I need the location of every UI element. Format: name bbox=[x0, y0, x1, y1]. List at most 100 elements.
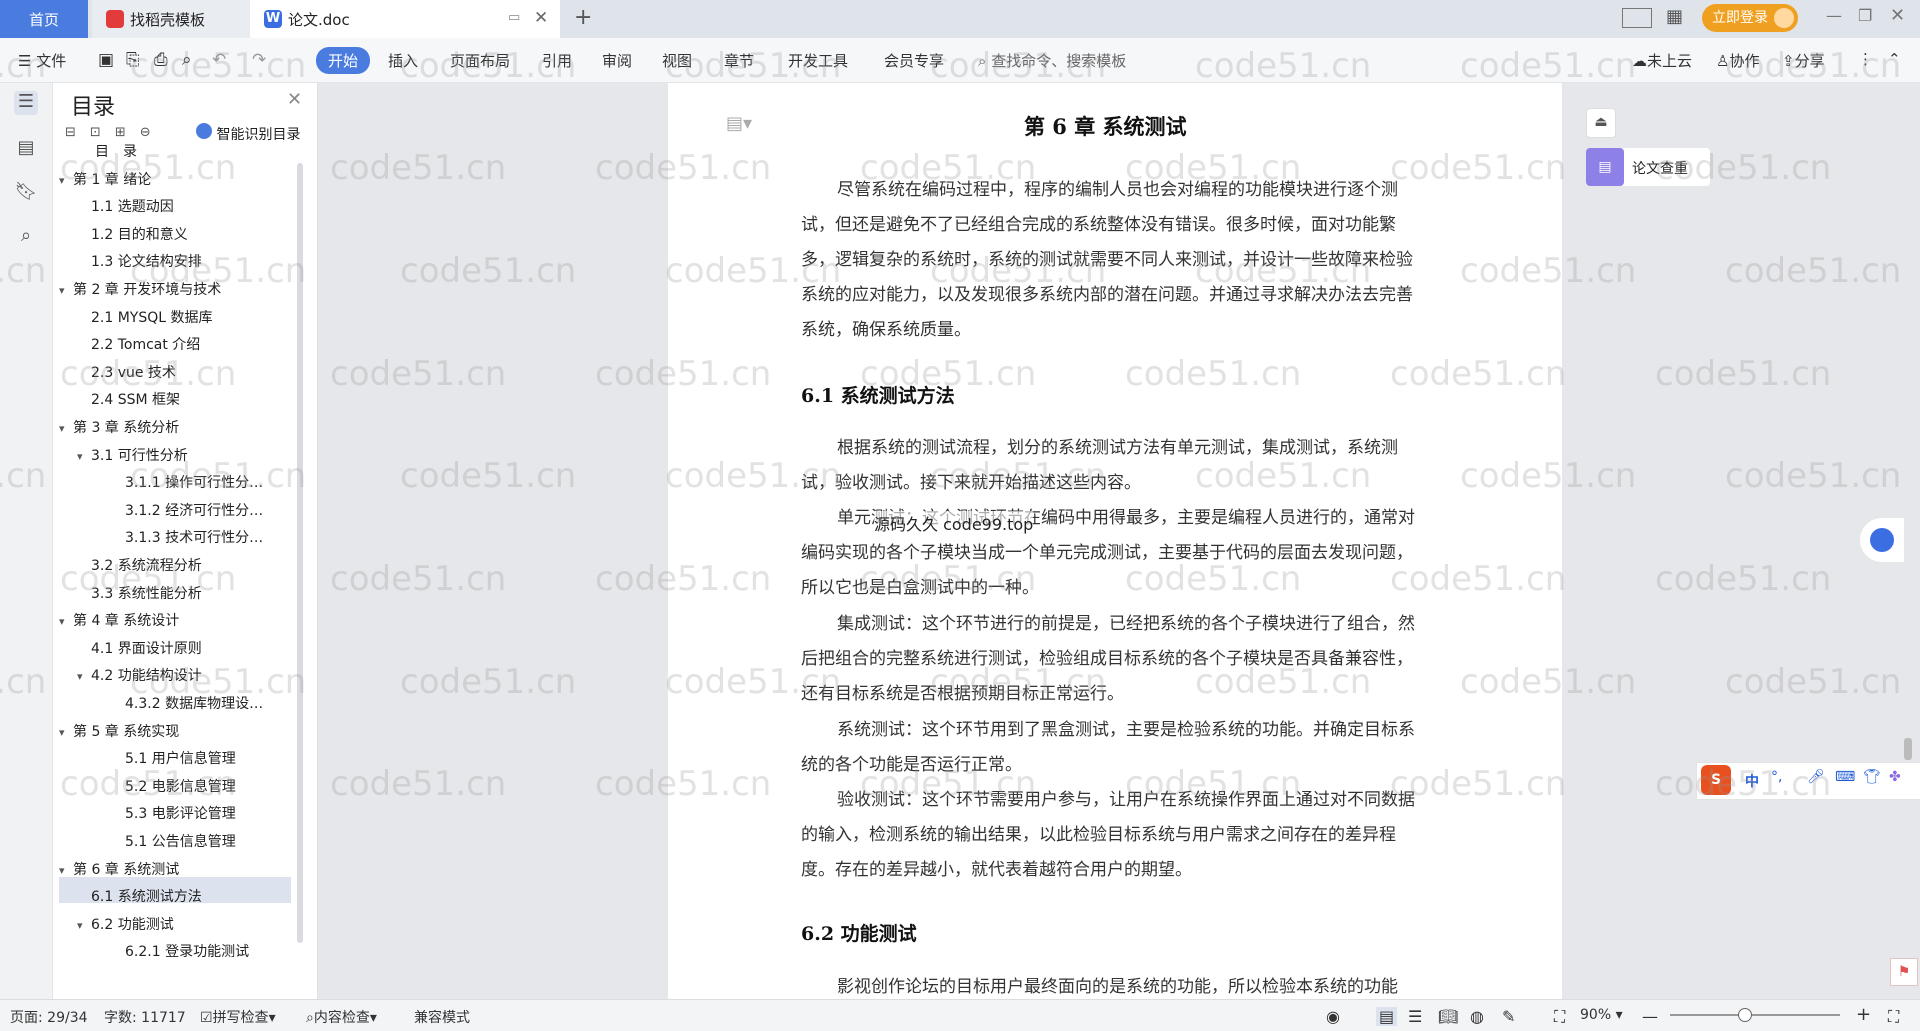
redo-icon[interactable]: ↷ bbox=[252, 50, 266, 70]
word-count[interactable]: 字数: 11717 bbox=[104, 1007, 186, 1027]
export-pdf-icon[interactable]: ⎘ bbox=[126, 50, 140, 70]
content-check[interactable]: ⌕内容检查▾ bbox=[306, 1007, 377, 1027]
outline-icon[interactable]: ☰ bbox=[14, 91, 38, 115]
zoom-slider-handle[interactable] bbox=[1738, 1008, 1752, 1022]
panel-toggle-icon[interactable]: ⏏ bbox=[1586, 108, 1616, 138]
outline-item[interactable]: 5.2 电影信息管理 bbox=[95, 774, 236, 800]
monitor-icon[interactable]: ▭ bbox=[508, 10, 520, 25]
outline-item[interactable]: ▾ 第 1 章 绪论 bbox=[59, 167, 151, 193]
outline-item[interactable]: 3.2 系统流程分析 bbox=[77, 553, 202, 579]
bookmark-icon[interactable]: 🔖︎ bbox=[14, 181, 38, 205]
document-page[interactable]: ▤▾ 第 6 章 系统测试 尽管系统在编码过程中，程序的编制人员也会对编程的功能… bbox=[668, 83, 1562, 999]
new-tab-icon[interactable]: + bbox=[574, 5, 592, 30]
restore-icon[interactable]: ❐ bbox=[1858, 6, 1872, 25]
layout-icon[interactable] bbox=[1622, 8, 1652, 28]
outline-item[interactable]: 5.1 公告信息管理 bbox=[95, 829, 236, 855]
read-view-icon[interactable]: 📖︎ bbox=[1438, 1007, 1458, 1026]
chevron-down-icon[interactable]: ▾ bbox=[59, 168, 73, 194]
outline-item[interactable]: 4.1 界面设计原则 bbox=[77, 636, 202, 662]
keyboard-icon[interactable]: ⌨ bbox=[1835, 769, 1855, 785]
menu-insert[interactable]: 插入 bbox=[388, 50, 418, 71]
outline-item[interactable]: 5.3 电影评论管理 bbox=[95, 801, 236, 827]
expand-level-icon[interactable]: ⊡ bbox=[90, 125, 115, 140]
menu-review[interactable]: 审阅 bbox=[602, 50, 632, 71]
tab-template[interactable]: 找稻壳模板 bbox=[92, 0, 250, 38]
outline-close-icon[interactable]: ✕ bbox=[287, 89, 302, 110]
undo-icon[interactable]: ↶ bbox=[212, 50, 226, 70]
zoom-in-icon[interactable]: + bbox=[1856, 1004, 1871, 1025]
write-view-icon[interactable]: ✎ bbox=[1502, 1007, 1515, 1026]
outline-item[interactable]: 1.3 论文结构安排 bbox=[77, 249, 202, 275]
menu-layout[interactable]: 页面布局 bbox=[450, 50, 510, 71]
outline-item[interactable]: 5.1 用户信息管理 bbox=[95, 746, 236, 772]
outline-scrollbar[interactable] bbox=[297, 163, 303, 943]
outline-item[interactable]: 2.1 MYSQL 数据库 bbox=[77, 305, 213, 331]
outline-item[interactable]: 3.1.2 经济可行性分… bbox=[95, 498, 263, 524]
page-scroll-thumb[interactable] bbox=[1904, 738, 1912, 760]
ime-punctuation[interactable]: °, bbox=[1771, 769, 1782, 785]
outline-item[interactable]: ▾ 第 5 章 系统实现 bbox=[59, 719, 179, 745]
doc-options-icon[interactable]: ▤▾ bbox=[726, 113, 752, 134]
menu-home[interactable]: 开始 bbox=[316, 47, 371, 74]
outline-item[interactable]: ▾ 4.2 功能结构设计 bbox=[77, 663, 202, 689]
outline-item[interactable]: 目 录 bbox=[59, 139, 137, 165]
outline-item[interactable]: 4.3.2 数据库物理设… bbox=[95, 691, 263, 717]
outline-item[interactable]: ▾ 6.2 功能测试 bbox=[77, 912, 174, 938]
tab-document[interactable]: W 论文.doc ▭ ✕ bbox=[250, 0, 560, 38]
outline-item[interactable]: ▾ 第 3 章 系统分析 bbox=[59, 415, 179, 441]
find-icon[interactable]: ⌕ bbox=[14, 225, 38, 249]
collab-button[interactable]: ♙协作 bbox=[1716, 50, 1759, 71]
login-button[interactable]: 立即登录 bbox=[1702, 4, 1798, 32]
feedback-icon[interactable]: ⚑ bbox=[1890, 958, 1918, 986]
ime-language[interactable]: 中 bbox=[1745, 771, 1759, 791]
outline-item[interactable]: ▾ 3.1 可行性分析 bbox=[77, 443, 188, 469]
chevron-down-icon[interactable]: ▾ bbox=[77, 444, 91, 470]
print-icon[interactable]: ⎙ bbox=[154, 50, 168, 70]
web-view-icon[interactable]: ◍ bbox=[1470, 1007, 1484, 1026]
zoom-slider[interactable] bbox=[1670, 1014, 1840, 1016]
zoom-out-icon[interactable]: — bbox=[1642, 1007, 1658, 1026]
spell-check[interactable]: ☑拼写检查▾ bbox=[200, 1007, 276, 1027]
zoom-level[interactable]: 90% ▾ bbox=[1580, 1007, 1623, 1023]
window-close-icon[interactable]: ✕ bbox=[1890, 5, 1905, 26]
page-view-icon[interactable]: ▤ bbox=[1376, 1007, 1398, 1026]
outline-item[interactable]: 2.3 vue 技术 bbox=[77, 360, 176, 386]
cloud-button[interactable]: ☁未上云 bbox=[1632, 50, 1692, 71]
remove-heading-icon[interactable]: ⊖ bbox=[140, 125, 165, 140]
outline-item[interactable]: 2.2 Tomcat 介绍 bbox=[77, 332, 200, 358]
share-button[interactable]: ⇪分享 bbox=[1782, 50, 1825, 71]
menu-section[interactable]: 章节 bbox=[724, 50, 754, 71]
chevron-down-icon[interactable]: ▾ bbox=[59, 720, 73, 746]
chevron-down-icon[interactable]: ▾ bbox=[59, 416, 73, 442]
minimize-icon[interactable]: — bbox=[1826, 6, 1842, 25]
fit-page-icon[interactable]: ⛶ bbox=[1554, 1007, 1565, 1027]
skin-icon[interactable]: 👕︎ bbox=[1863, 769, 1881, 785]
tab-home[interactable]: 首页 bbox=[0, 0, 88, 38]
chevron-down-icon[interactable]: ▾ bbox=[77, 913, 91, 939]
outline-item[interactable]: 1.1 选题动因 bbox=[77, 194, 174, 220]
outline-item[interactable]: 3.1.1 操作可行性分… bbox=[95, 470, 263, 496]
menu-member[interactable]: 会员专享 bbox=[884, 50, 944, 71]
thesis-check-button[interactable]: ▤ 论文查重 bbox=[1586, 148, 1710, 186]
assistant-button[interactable] bbox=[1860, 518, 1904, 562]
page-count[interactable]: 页面: 29/34 bbox=[10, 1007, 88, 1027]
outline-item[interactable]: 6.2.1 登录功能测试 bbox=[95, 939, 249, 965]
menu-developer[interactable]: 开发工具 bbox=[788, 50, 848, 71]
more-icon[interactable]: ⋮ bbox=[1858, 50, 1873, 68]
add-heading-icon[interactable]: ⊞ bbox=[115, 125, 140, 140]
outline-item[interactable]: 3.1.3 技术可行性分… bbox=[95, 525, 263, 551]
outline-item[interactable]: 2.4 SSM 框架 bbox=[77, 387, 180, 413]
close-icon[interactable]: ✕ bbox=[534, 8, 548, 28]
eye-protect-icon[interactable]: ◉ bbox=[1326, 1007, 1340, 1026]
chevron-down-icon[interactable]: ▾ bbox=[77, 664, 91, 690]
toolbox-icon[interactable]: ✤ bbox=[1889, 769, 1901, 785]
chevron-down-icon[interactable]: ▾ bbox=[59, 609, 73, 635]
grid-icon[interactable]: ▦ bbox=[1666, 6, 1683, 27]
sogou-ime-icon[interactable]: S bbox=[1701, 765, 1731, 795]
outline-item[interactable]: 3.3 系统性能分析 bbox=[77, 581, 202, 607]
chevron-down-icon[interactable]: ▾ bbox=[59, 278, 73, 304]
microphone-icon[interactable]: 🎤︎ bbox=[1807, 769, 1825, 785]
outline-item[interactable]: ▾ 第 4 章 系统设计 bbox=[59, 608, 179, 634]
outline-item[interactable]: 1.2 目的和意义 bbox=[77, 222, 188, 248]
collapse-all-icon[interactable]: ⊟ bbox=[65, 125, 90, 140]
